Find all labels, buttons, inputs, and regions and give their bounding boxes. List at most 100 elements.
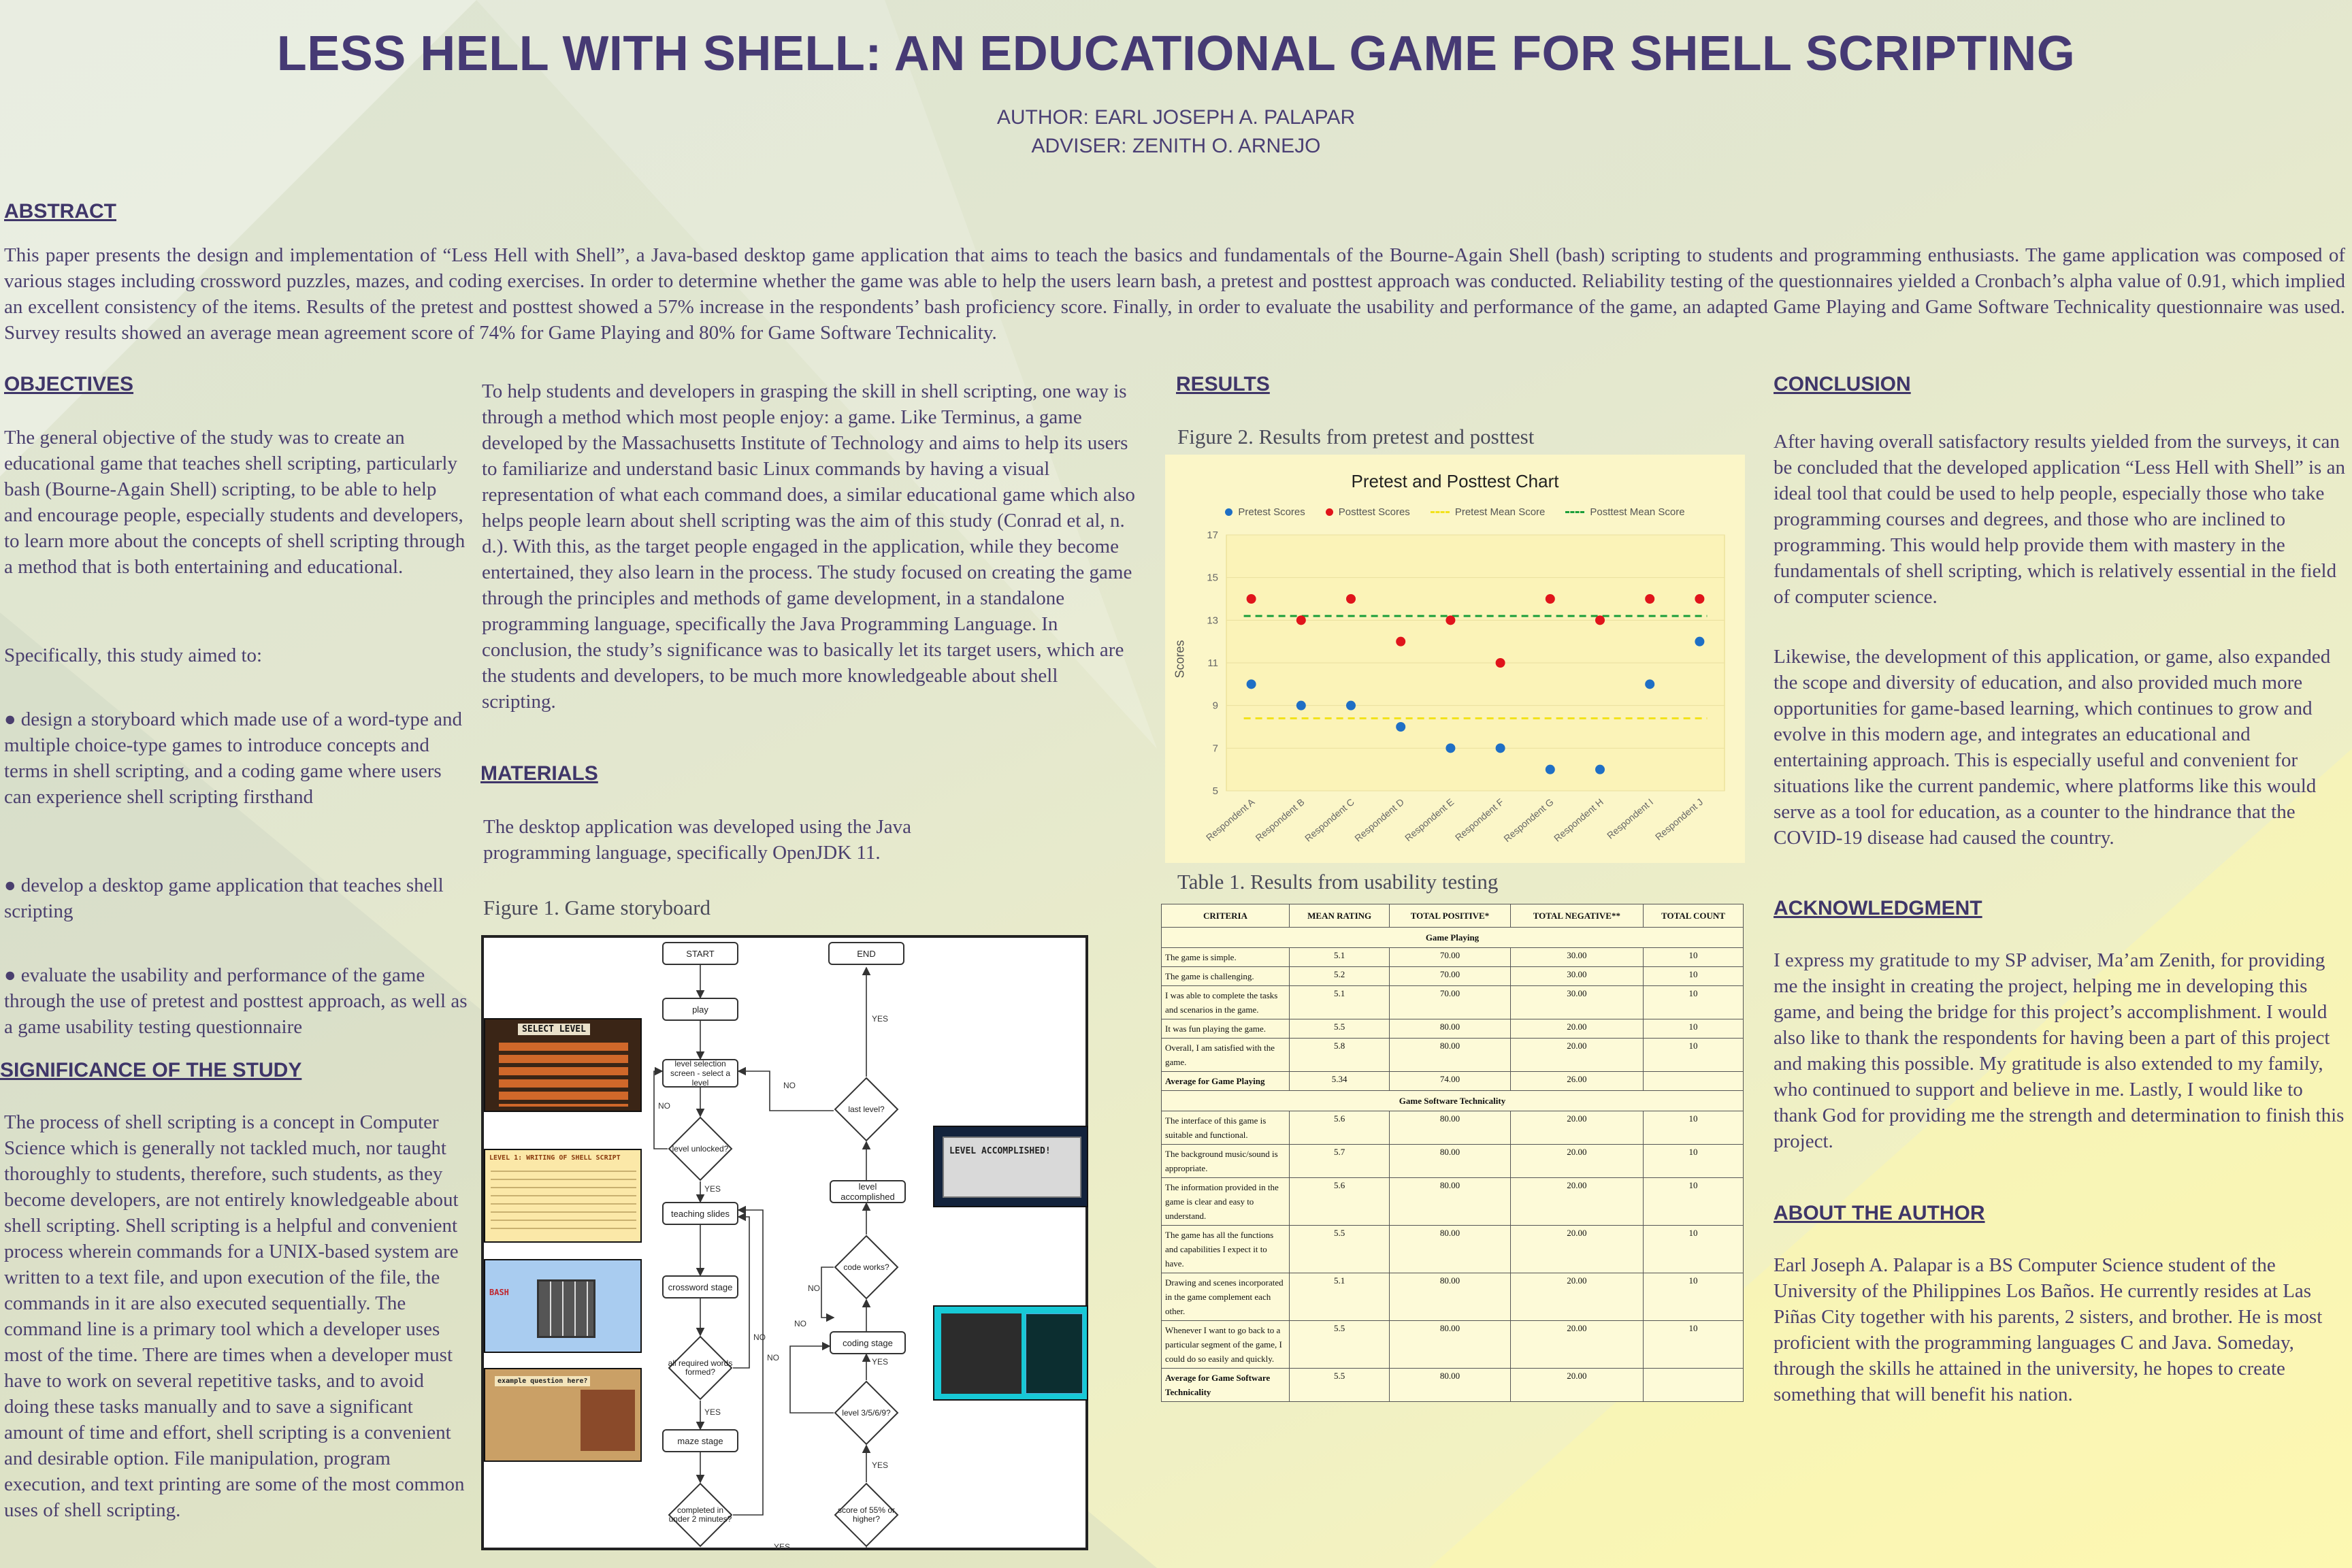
materials-text: The desktop application was developed us… xyxy=(483,816,911,864)
posttest-point xyxy=(1695,594,1705,604)
table-cell-value: 80.00 xyxy=(1389,1320,1511,1369)
screenshot-level-accomplished: LEVEL ACCOMPLISHED! xyxy=(933,1126,1088,1207)
flow-decision-under2: completed in under 2 minutes? xyxy=(668,1482,733,1548)
table-group-label: Game Software Technicality xyxy=(1161,1090,1744,1111)
table-cell-value: 10 xyxy=(1642,966,1744,986)
x-tick-label: Respondent G xyxy=(1501,796,1555,844)
flow-no-label: NO xyxy=(808,1284,820,1293)
table-cell-value: 20.00 xyxy=(1509,1368,1644,1402)
table-row: The information provided in the game is … xyxy=(1161,1177,1744,1226)
table-cell-value: 5.7 xyxy=(1288,1144,1390,1178)
table-row: Overall, I am satisfied with the game. 5.… xyxy=(1161,1038,1744,1072)
table-group-row: Game Playing xyxy=(1161,927,1744,948)
screenshot-coding-stage xyxy=(933,1305,1088,1401)
table-cell-value: 80.00 xyxy=(1389,1225,1511,1273)
conclusion-heading: CONCLUSION xyxy=(1774,373,1911,395)
y-tick-label: 5 xyxy=(1213,785,1218,797)
table-cell-value: 70.00 xyxy=(1389,985,1511,1019)
pretest-point xyxy=(1545,764,1555,774)
posttest-point xyxy=(1595,615,1605,625)
adviser-line: ADVISER: ZENITH O. ARNEJO xyxy=(1031,135,1321,157)
objective-item-2: ● develop a desktop game application tha… xyxy=(4,875,444,922)
flow-no-label: NO xyxy=(658,1101,670,1111)
table-header-row: CRITERIA MEAN RATING TOTAL POSITIVE* TOT… xyxy=(1161,904,1744,928)
flow-yes-label: YES xyxy=(872,1460,889,1470)
th-count: TOTAL COUNT xyxy=(1642,904,1744,928)
table-cell-value: 20.00 xyxy=(1509,1273,1644,1321)
table-cell-value: 80.00 xyxy=(1389,1368,1511,1402)
flow-level-selection: level selection screen - select a level xyxy=(662,1059,738,1088)
table-cell-value: 20.00 xyxy=(1509,1144,1644,1178)
table-cell-value: 10 xyxy=(1642,1320,1744,1369)
abstract-text: This paper presents the design and imple… xyxy=(4,244,2345,344)
x-tick-label: Respondent H xyxy=(1552,796,1605,844)
table-row: The game has all the functions and capab… xyxy=(1161,1225,1744,1273)
flow-yes-label: YES xyxy=(872,1014,889,1024)
table-cell-value: 80.00 xyxy=(1389,1144,1511,1178)
table-cell-value: 5.1 xyxy=(1288,947,1390,967)
table-row: I was able to complete the tasks and sce… xyxy=(1161,985,1744,1019)
flow-start: START xyxy=(662,942,738,965)
conclusion-paragraph-2: Likewise, the development of this applic… xyxy=(1774,646,2331,849)
table-cell-value: 20.00 xyxy=(1509,1225,1644,1273)
table-cell-value: 20.00 xyxy=(1509,1320,1644,1369)
table-cell-value: 30.00 xyxy=(1509,947,1644,967)
conclusion-paragraph-1: After having overall satisfactory result… xyxy=(1774,431,2345,608)
table-row: The background music/sound is appropriat… xyxy=(1161,1144,1744,1178)
y-tick-label: 11 xyxy=(1207,657,1218,669)
x-tick-label: Respondent J xyxy=(1653,796,1705,843)
table-cell-value: 26.00 xyxy=(1509,1071,1644,1091)
pretest-point xyxy=(1495,743,1505,753)
posttest-point xyxy=(1495,658,1505,668)
flow-yes-label: YES xyxy=(704,1407,721,1417)
screenshot-crossword: BASH xyxy=(484,1259,642,1353)
table-cell-value: 20.00 xyxy=(1509,1111,1644,1145)
game-storyboard-figure: START END play level selection screen - … xyxy=(481,935,1088,1552)
about-text: Earl Joseph A. Palapar is a BS Computer … xyxy=(1774,1254,2323,1405)
table-row: Average for Game Software Technicality 5.… xyxy=(1161,1368,1744,1402)
table-cell-criteria: The interface of this game is suitable a… xyxy=(1161,1111,1290,1145)
author-line: AUTHOR: EARL JOSEPH A. PALAPAR xyxy=(996,106,1356,129)
table-row: Drawing and scenes incorporated in the g… xyxy=(1161,1273,1744,1321)
flow-no-label: NO xyxy=(794,1319,806,1328)
flow-level-accomplished: level accomplished xyxy=(830,1180,906,1203)
table-cell-criteria: Overall, I am satisfied with the game. xyxy=(1161,1038,1290,1072)
table-row: The game is simple. 5.1 70.00 30.00 10 xyxy=(1161,947,1744,967)
x-tick-label: Respondent E xyxy=(1403,796,1456,843)
flow-decision-code: code works? xyxy=(834,1235,899,1300)
x-tick-label: Respondent D xyxy=(1352,796,1406,844)
y-tick-label: 9 xyxy=(1213,700,1218,712)
th-negative: TOTAL NEGATIVE** xyxy=(1509,904,1644,928)
table-cell-value: 80.00 xyxy=(1389,1273,1511,1321)
th-positive: TOTAL POSITIVE* xyxy=(1389,904,1511,928)
objectives-heading: OBJECTIVES xyxy=(4,373,134,395)
table-cell-value: 20.00 xyxy=(1509,1038,1644,1072)
significance-paragraph-1: The process of shell scripting is a conc… xyxy=(4,1111,465,1521)
flow-coding-stage: coding stage xyxy=(830,1331,906,1354)
table-cell-criteria: The background music/sound is appropriat… xyxy=(1161,1144,1290,1178)
table-cell-criteria: Average for Game Playing xyxy=(1161,1071,1290,1091)
figure2-caption: Figure 2. Results from pretest and postt… xyxy=(1177,425,1535,448)
table-cell-criteria: The game is simple. xyxy=(1161,947,1290,967)
table-cell-criteria: Average for Game Software Technicality xyxy=(1161,1368,1290,1402)
pretest-point xyxy=(1595,764,1605,774)
table-row: It was fun playing the game. 5.5 80.00 20.0… xyxy=(1161,1019,1744,1039)
table-cell-value: 70.00 xyxy=(1389,966,1511,986)
screenshot-teaching-slide: LEVEL 1: WRITING OF SHELL SCRIPT xyxy=(484,1149,642,1243)
table-cell-value: 5.2 xyxy=(1288,966,1390,986)
table-cell-value: 80.00 xyxy=(1389,1019,1511,1039)
flow-decision-score: score of 55% or higher? xyxy=(834,1482,899,1548)
pretest-point xyxy=(1695,636,1705,647)
table-cell-criteria: Drawing and scenes incorporated in the g… xyxy=(1161,1273,1290,1321)
x-tick-label: Respondent C xyxy=(1303,796,1356,844)
flow-no-label: NO xyxy=(783,1081,796,1090)
screenshot-select-level: SELECT LEVEL xyxy=(484,1018,642,1112)
table-cell-value: 5.6 xyxy=(1288,1111,1390,1145)
table-cell-value: 10 xyxy=(1642,1144,1744,1178)
x-tick-label: Respondent A xyxy=(1204,796,1257,843)
poster-title: LESS HELL WITH SHELL: AN EDUCATIONAL GAM… xyxy=(276,27,2076,81)
table-cell-value: 30.00 xyxy=(1509,985,1644,1019)
table-row: Average for Game Playing 5.34 74.00 26.00 xyxy=(1161,1071,1744,1091)
usability-table: CRITERIA MEAN RATING TOTAL POSITIVE* TOT… xyxy=(1161,904,1744,1402)
flow-decision-level: level 3/5/6/9? xyxy=(834,1380,899,1446)
